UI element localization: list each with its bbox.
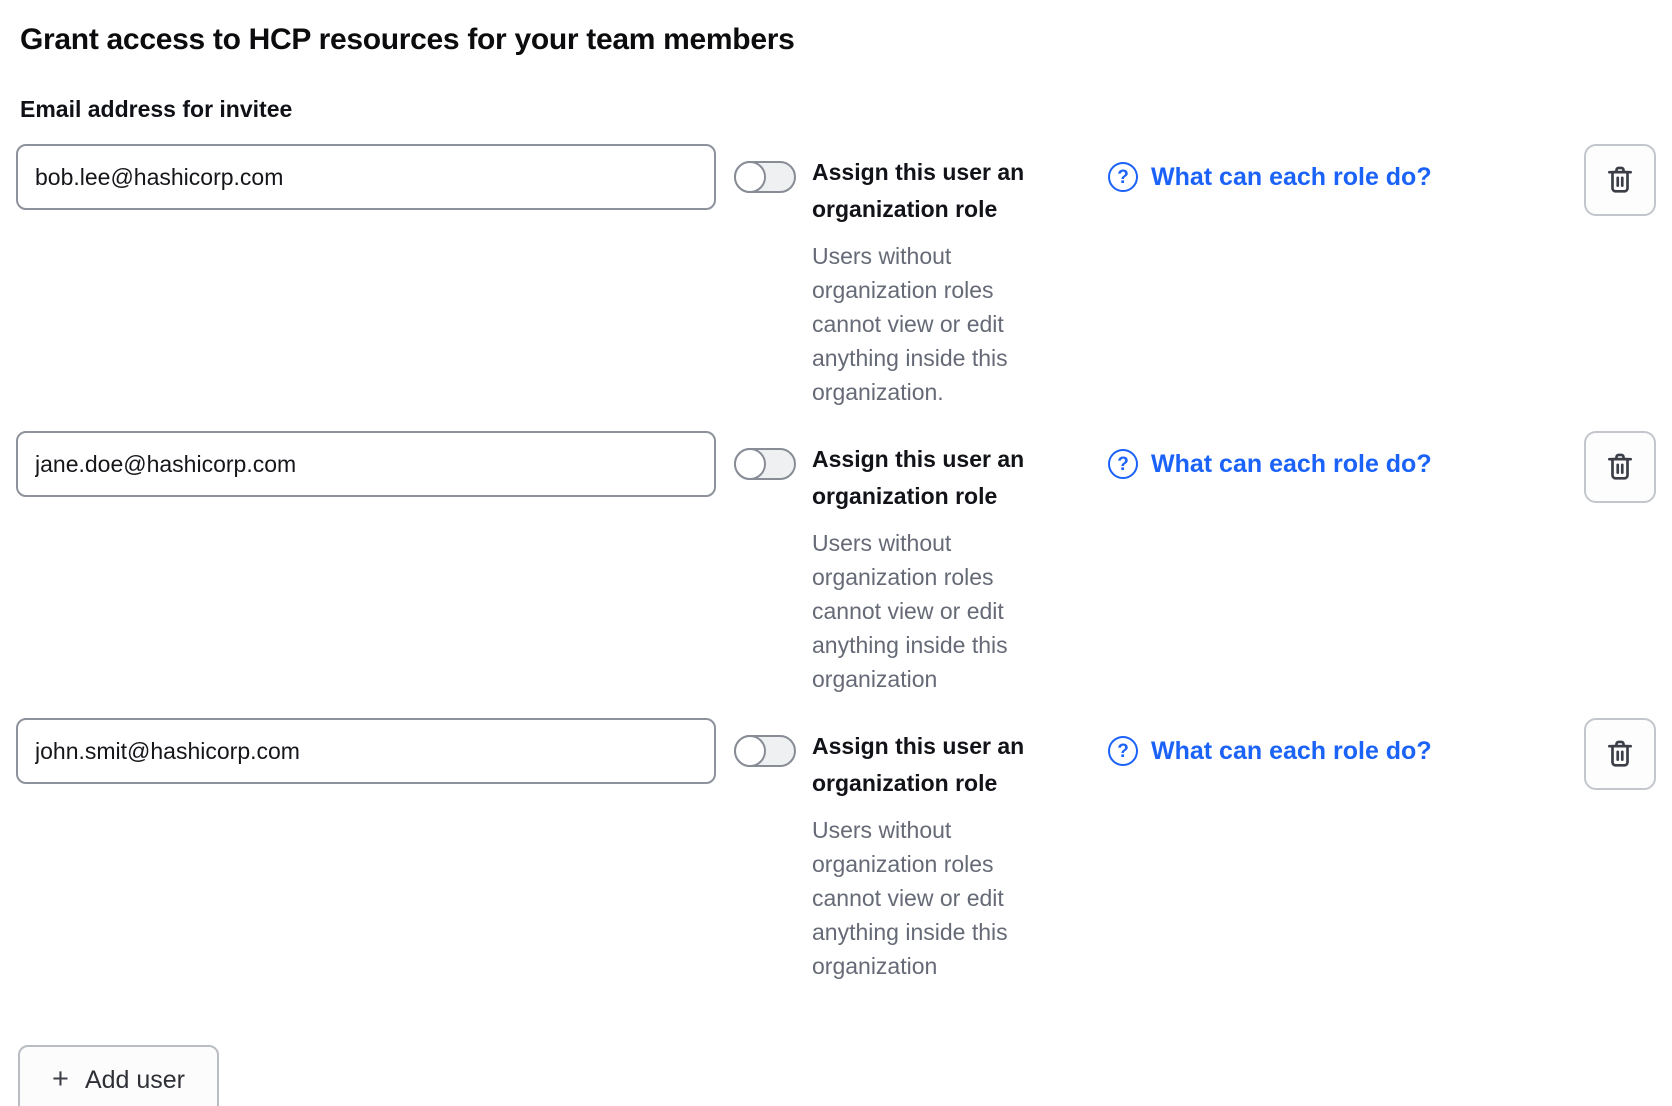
assign-role-label: Assign this user an organization role <box>812 441 1062 515</box>
add-user-button[interactable]: + Add user <box>18 1045 219 1106</box>
toggle-knob <box>734 448 766 480</box>
invite-row: Assign this user an organization role Us… <box>16 144 1656 409</box>
help-circle-icon: ? <box>1108 449 1138 479</box>
help-circle-icon: ? <box>1108 736 1138 766</box>
org-role-toggle[interactable] <box>734 161 796 193</box>
help-circle-icon: ? <box>1108 162 1138 192</box>
role-help-link[interactable]: What can each role do? <box>1151 737 1432 766</box>
toggle-knob <box>734 161 766 193</box>
assign-role-helper: Users without organization roles cannot … <box>812 526 1047 696</box>
assign-role-helper: Users without organization roles cannot … <box>812 813 1047 983</box>
plus-icon: + <box>52 1065 69 1094</box>
assign-role-block: Assign this user an organization role Us… <box>812 728 1062 983</box>
org-role-toggle[interactable] <box>734 735 796 767</box>
delete-row-button[interactable] <box>1584 431 1656 503</box>
org-role-toggle[interactable] <box>734 448 796 480</box>
assign-role-block: Assign this user an organization role Us… <box>812 154 1062 409</box>
page-title: Grant access to HCP resources for your t… <box>20 22 1656 58</box>
assign-role-block: Assign this user an organization role Us… <box>812 441 1062 696</box>
assign-role-helper: Users without organization roles cannot … <box>812 239 1047 409</box>
invite-rows: Assign this user an organization role Us… <box>16 144 1656 983</box>
role-help-link-group[interactable]: ? What can each role do? <box>1108 718 1432 784</box>
role-help-link-group[interactable]: ? What can each role do? <box>1108 144 1432 210</box>
toggle-knob <box>734 735 766 767</box>
assign-role-label: Assign this user an organization role <box>812 154 1062 228</box>
email-input[interactable] <box>16 718 716 784</box>
role-help-link[interactable]: What can each role do? <box>1151 163 1432 192</box>
email-input[interactable] <box>16 431 716 497</box>
invite-row: Assign this user an organization role Us… <box>16 431 1656 696</box>
grant-access-page: Grant access to HCP resources for your t… <box>0 0 1672 1106</box>
add-user-label: Add user <box>85 1066 185 1095</box>
invite-row: Assign this user an organization role Us… <box>16 718 1656 983</box>
delete-row-button[interactable] <box>1584 144 1656 216</box>
trash-icon <box>1603 737 1637 771</box>
trash-icon <box>1603 163 1637 197</box>
email-input[interactable] <box>16 144 716 210</box>
role-help-link-group[interactable]: ? What can each role do? <box>1108 431 1432 497</box>
delete-row-button[interactable] <box>1584 718 1656 790</box>
assign-role-label: Assign this user an organization role <box>812 728 1062 802</box>
email-address-label: Email address for invitee <box>20 96 1656 122</box>
role-help-link[interactable]: What can each role do? <box>1151 450 1432 479</box>
trash-icon <box>1603 450 1637 484</box>
